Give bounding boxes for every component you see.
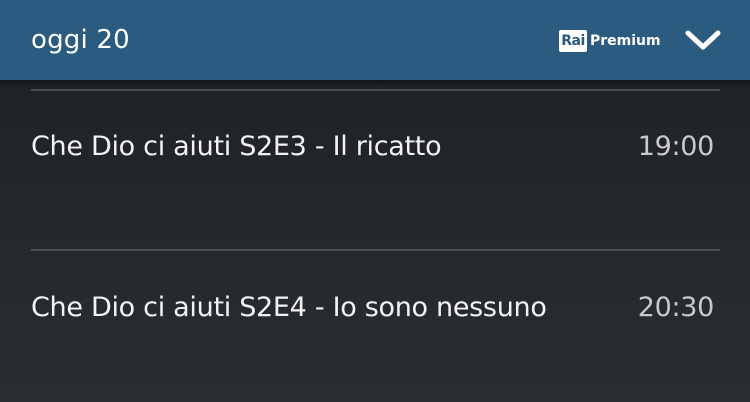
day-header: oggi 20 Rai Premium — [0, 0, 750, 80]
divider — [31, 89, 720, 91]
chevron-down-icon[interactable] — [684, 25, 722, 55]
channel-logo: Rai Premium — [559, 29, 661, 53]
program-time: 20:30 — [637, 292, 715, 323]
schedule-row[interactable]: Che Dio ci aiuti S2E3 - Il ricatto 19:00 — [31, 127, 720, 167]
program-title: Che Dio ci aiuti S2E3 - Il ricatto — [31, 131, 442, 162]
day-title: oggi 20 — [31, 25, 130, 55]
epg-screen: oggi 20 Rai Premium Che Dio ci aiuti S2E… — [0, 0, 750, 402]
divider — [31, 249, 720, 251]
schedule-row[interactable]: Che Dio ci aiuti S2E4 - Io sono nessuno … — [31, 288, 720, 328]
rai-logo-box: Rai — [559, 30, 587, 52]
program-title: Che Dio ci aiuti S2E4 - Io sono nessuno — [31, 292, 547, 323]
program-time: 19:00 — [637, 131, 715, 162]
premium-logo-text: Premium — [590, 33, 661, 49]
